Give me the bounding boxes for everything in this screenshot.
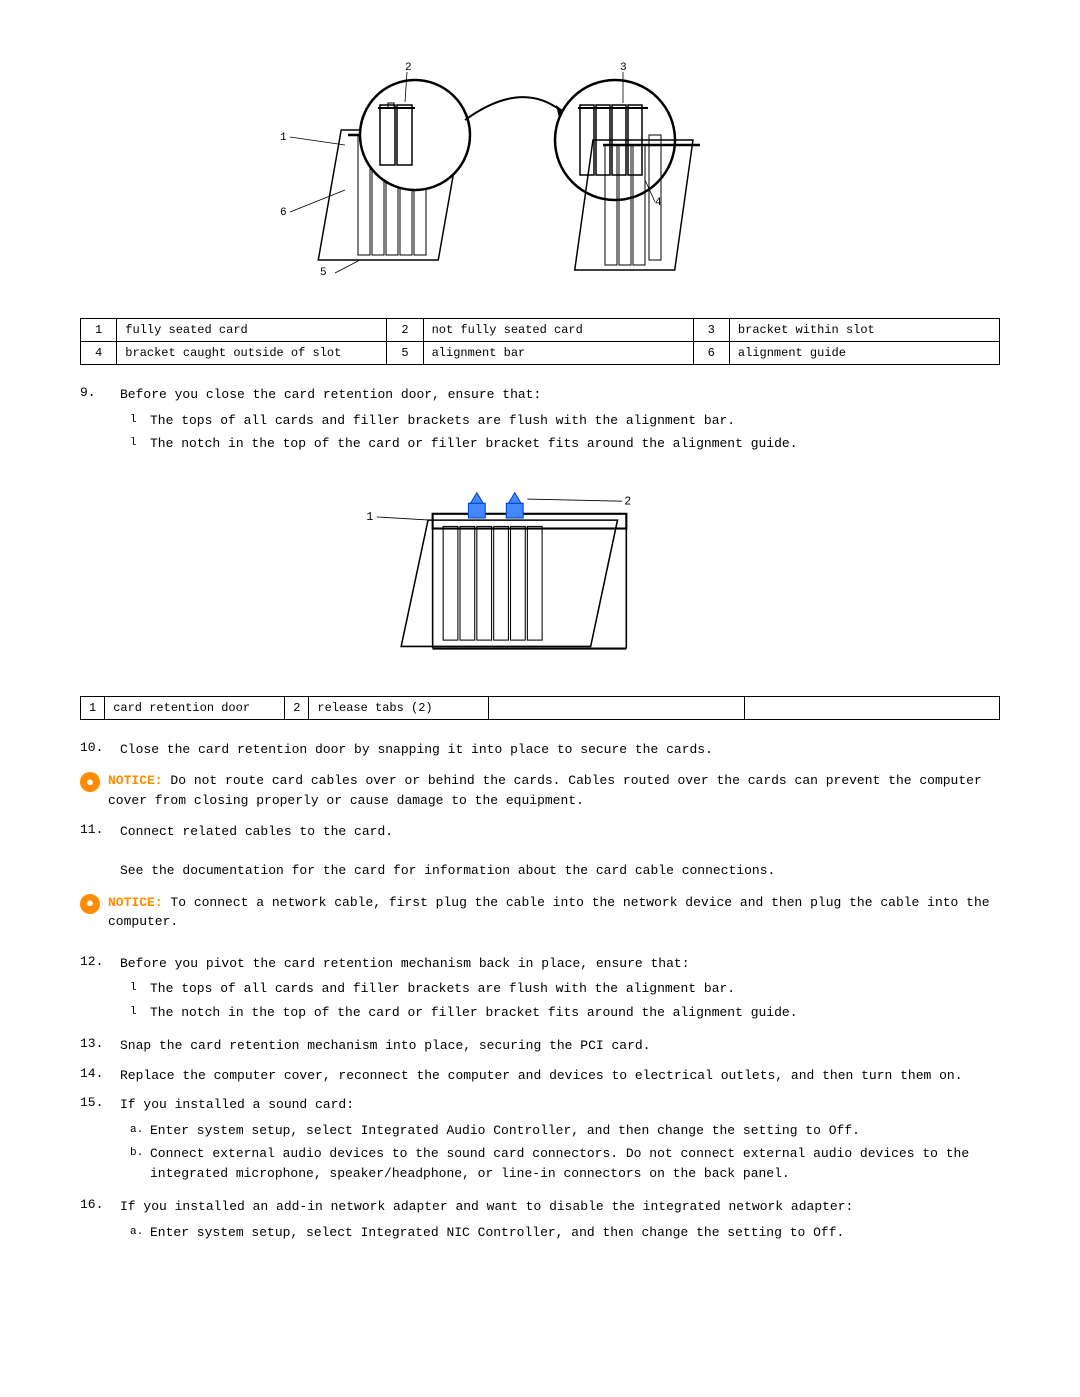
table-label: card retention door [105, 696, 285, 719]
sub-item: b. Connect external audio devices to the… [130, 1144, 1000, 1183]
sub-text: The notch in the top of the card or fill… [150, 1003, 1000, 1023]
table-num: 2 [387, 319, 423, 342]
notice-body: Do not route card cables over or behind … [108, 773, 982, 808]
table-label: release tabs (2) [309, 696, 489, 719]
instruction-body: Before you pivot the card retention mech… [120, 954, 1000, 1027]
notice-label: NOTICE: [108, 773, 163, 788]
sub-item: l The tops of all cards and filler brack… [130, 411, 1000, 431]
table-num: 5 [387, 342, 423, 365]
sub-marker: l [130, 412, 150, 429]
table-label: alignment bar [423, 342, 693, 365]
parts-table-2: 1 card retention door 2 release tabs (2) [80, 696, 1000, 720]
instruction-body: Snap the card retention mechanism into p… [120, 1036, 1000, 1056]
sub-item: l The notch in the top of the card or fi… [130, 1003, 1000, 1023]
diagram-1-area: 1 6 5 2 [80, 40, 1000, 300]
svg-text:6: 6 [280, 207, 287, 219]
svg-text:1: 1 [366, 511, 373, 524]
sub-marker: l [130, 980, 150, 997]
svg-text:2: 2 [405, 62, 412, 74]
instruction-body: Before you close the card retention door… [120, 385, 1000, 458]
page-content: 1 6 5 2 [80, 40, 1000, 1246]
instruction-number: 11. [80, 822, 120, 837]
table-label: fully seated card [117, 319, 387, 342]
notice-text: NOTICE: To connect a network cable, firs… [108, 893, 1000, 932]
notice-icon: ● [80, 772, 100, 792]
diagram-2-svg: 1 2 [80, 478, 1000, 678]
sub-marker: l [130, 1004, 150, 1021]
instruction-number: 12. [80, 954, 120, 969]
sub-marker: b. [130, 1145, 150, 1162]
sub-item: l The tops of all cards and filler brack… [130, 979, 1000, 999]
instruction-10: 10. Close the card retention door by sna… [80, 740, 1000, 760]
diagram-1-svg: 1 6 5 2 [80, 40, 1000, 300]
instruction-15: 15. If you installed a sound card: a. En… [80, 1095, 1000, 1187]
sub-item: a. Enter system setup, select Integrated… [130, 1121, 1000, 1141]
notice-body: To connect a network cable, first plug t… [108, 895, 990, 930]
instruction-number: 9. [80, 385, 120, 400]
sub-list: l The tops of all cards and filler brack… [130, 979, 1000, 1022]
instruction-body: If you installed a sound card: a. Enter … [120, 1095, 1000, 1187]
sub-text: The tops of all cards and filler bracket… [150, 411, 1000, 431]
svg-text:1: 1 [280, 132, 287, 144]
instruction-number: 13. [80, 1036, 120, 1051]
instruction-number: 16. [80, 1197, 120, 1212]
sub-item: l The notch in the top of the card or fi… [130, 434, 1000, 454]
notice-label: NOTICE: [108, 895, 163, 910]
table-label: not fully seated card [423, 319, 693, 342]
sub-marker: l [130, 435, 150, 452]
instruction-14: 14. Replace the computer cover, reconnec… [80, 1066, 1000, 1086]
table-num: 3 [693, 319, 729, 342]
sub-text: The tops of all cards and filler bracket… [150, 979, 1000, 999]
instruction-body: Replace the computer cover, reconnect th… [120, 1066, 1000, 1086]
notice-icon: ● [80, 894, 100, 914]
instruction-number: 15. [80, 1095, 120, 1110]
sub-text: Connect external audio devices to the so… [150, 1144, 1000, 1183]
instruction-body: Close the card retention door by snappin… [120, 740, 1000, 760]
instruction-12: 12. Before you pivot the card retention … [80, 954, 1000, 1027]
notice-text: NOTICE: Do not route card cables over or… [108, 771, 1000, 810]
sub-text: Enter system setup, select Integrated NI… [150, 1223, 1000, 1243]
table-label: alignment guide [729, 342, 999, 365]
sub-list: a. Enter system setup, select Integrated… [130, 1121, 1000, 1184]
sub-marker: a. [130, 1122, 150, 1139]
sub-list: a. Enter system setup, select Integrated… [130, 1223, 1000, 1243]
svg-text:2: 2 [624, 495, 631, 508]
notice-1: ● NOTICE: Do not route card cables over … [80, 771, 1000, 810]
instruction-13: 13. Snap the card retention mechanism in… [80, 1036, 1000, 1056]
table-label: bracket within slot [729, 319, 999, 342]
instruction-11: 11. Connect related cables to the card. … [80, 822, 1000, 881]
sub-marker: a. [130, 1224, 150, 1241]
table-num: 1 [81, 696, 105, 719]
notice-2: ● NOTICE: To connect a network cable, fi… [80, 893, 1000, 932]
sub-list: l The tops of all cards and filler brack… [130, 411, 1000, 454]
instruction-body: Connect related cables to the card. See … [120, 822, 1000, 881]
sub-text: The notch in the top of the card or fill… [150, 434, 1000, 454]
instruction-body: If you installed an add-in network adapt… [120, 1197, 1000, 1246]
svg-text:5: 5 [320, 267, 327, 279]
table-num: 2 [285, 696, 309, 719]
parts-table-1: 1 fully seated card 2 not fully seated c… [80, 318, 1000, 365]
sub-text: Enter system setup, select Integrated Au… [150, 1121, 1000, 1141]
table-num: 1 [81, 319, 117, 342]
instruction-number: 10. [80, 740, 120, 755]
sub-item: a. Enter system setup, select Integrated… [130, 1223, 1000, 1243]
table-num: 4 [81, 342, 117, 365]
table-num: 6 [693, 342, 729, 365]
instruction-number: 14. [80, 1066, 120, 1081]
instruction-9: 9. Before you close the card retention d… [80, 385, 1000, 458]
extra-text: See the documentation for the card for i… [120, 863, 775, 878]
table-label: bracket caught outside of slot [117, 342, 387, 365]
diagram-2-area: 1 2 [80, 478, 1000, 678]
instruction-16: 16. If you installed an add-in network a… [80, 1197, 1000, 1246]
